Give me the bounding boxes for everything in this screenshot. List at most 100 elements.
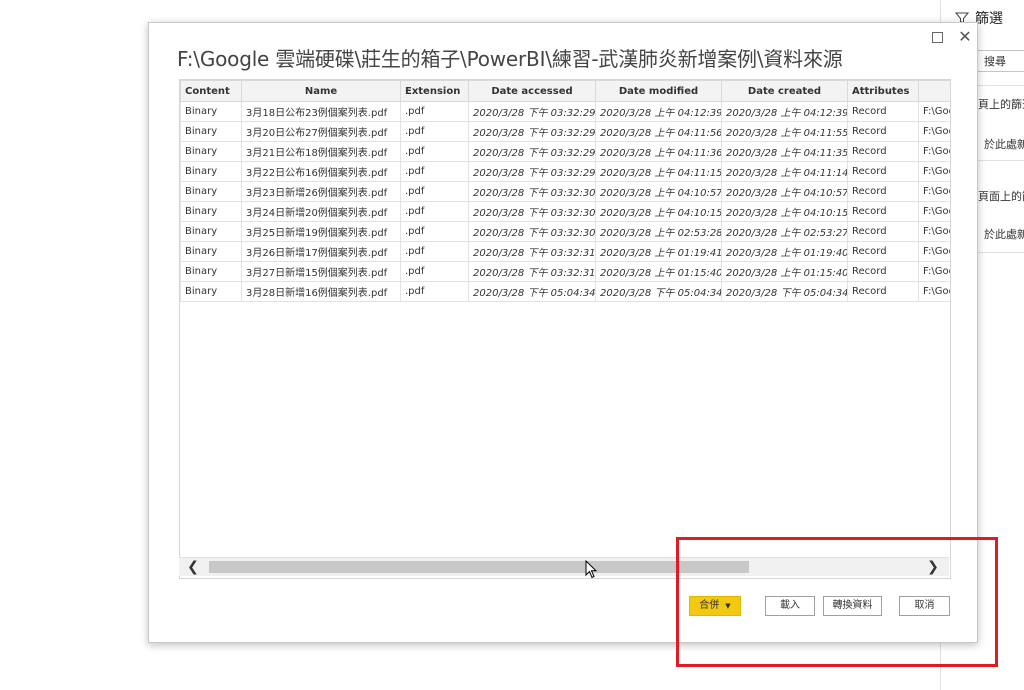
content-cell[interactable]: Binary <box>180 261 242 282</box>
table-row[interactable]: Binary 3月26日新增17例個案列表.pdf .pdf 2020/3/28 下午… <box>180 241 950 262</box>
extension-cell[interactable]: .pdf <box>400 101 469 122</box>
attributes-cell[interactable]: Record <box>847 281 919 302</box>
extension-cell[interactable]: .pdf <box>400 281 469 302</box>
date-accessed-cell[interactable]: 2020/3/28 下午 03:32:29 <box>468 141 596 162</box>
attributes-cell[interactable]: Record <box>847 261 919 282</box>
column-header-attributes[interactable]: Attributes <box>847 80 919 102</box>
filter-search-input[interactable]: 搜尋 <box>977 50 1024 72</box>
table-row[interactable]: Binary 3月25日新增19例個案列表.pdf .pdf 2020/3/28 下午… <box>180 221 950 242</box>
extension-cell[interactable]: .pdf <box>400 241 469 262</box>
date-created-cell[interactable]: 2020/3/28 上午 01:15:40 <box>721 261 848 282</box>
attributes-cell[interactable]: Record <box>847 101 919 122</box>
date-accessed-cell[interactable]: 2020/3/28 下午 03:32:31 <box>468 261 596 282</box>
attributes-cell[interactable]: Record <box>847 141 919 162</box>
table-row[interactable]: Binary 3月27日新增15例個案列表.pdf .pdf 2020/3/28 下午… <box>180 261 950 282</box>
date-modified-cell[interactable]: 2020/3/28 上午 04:11:36 <box>595 141 722 162</box>
attributes-cell[interactable]: Record <box>847 221 919 242</box>
date-created-cell[interactable]: 2020/3/28 上午 01:19:40 <box>721 241 848 262</box>
table-row[interactable]: Binary 3月21日公布18例個案列表.pdf .pdf 2020/3/28 下午… <box>180 141 950 162</box>
table-row[interactable]: Binary 3月20日公布27例個案列表.pdf .pdf 2020/3/28 下午… <box>180 121 950 142</box>
date-created-cell[interactable]: 2020/3/28 上午 04:10:57 <box>721 181 848 202</box>
content-cell[interactable]: Binary <box>180 201 242 222</box>
table-row[interactable]: Binary 3月28日新增16例個案列表.pdf .pdf 2020/3/28 下午… <box>180 281 950 302</box>
content-cell[interactable]: Binary <box>180 281 242 302</box>
date-created-cell[interactable]: 2020/3/28 上午 02:53:27 <box>721 221 848 242</box>
date-created-cell[interactable]: 2020/3/28 下午 05:04:34 <box>721 281 848 302</box>
name-cell[interactable]: 3月18日公布23例個案列表.pdf <box>241 101 401 122</box>
column-header-folder-path[interactable] <box>918 80 950 102</box>
extension-cell[interactable]: .pdf <box>400 261 469 282</box>
date-modified-cell[interactable]: 2020/3/28 上午 04:11:56 <box>595 121 722 142</box>
date-accessed-cell[interactable]: 2020/3/28 下午 05:04:34 <box>468 281 596 302</box>
folder-path-cell[interactable]: F:\Goo <box>918 161 950 182</box>
attributes-cell[interactable]: Record <box>847 241 919 262</box>
name-cell[interactable]: 3月22日公布16例個案列表.pdf <box>241 161 401 182</box>
date-created-cell[interactable]: 2020/3/28 上午 04:10:15 <box>721 201 848 222</box>
date-modified-cell[interactable]: 2020/3/28 上午 04:12:39 <box>595 101 722 122</box>
folder-path-cell[interactable]: F:\Goo <box>918 261 950 282</box>
name-cell[interactable]: 3月23日新增26例個案列表.pdf <box>241 181 401 202</box>
content-cell[interactable]: Binary <box>180 101 242 122</box>
filter-drop-hint[interactable]: 於此處新 <box>984 226 1024 242</box>
close-icon[interactable]: ✕ <box>957 29 973 45</box>
column-header-date-accessed[interactable]: Date accessed <box>468 80 596 102</box>
folder-path-cell[interactable]: F:\Goo <box>918 141 950 162</box>
name-cell[interactable]: 3月28日新增16例個案列表.pdf <box>241 281 401 302</box>
date-accessed-cell[interactable]: 2020/3/28 下午 03:32:31 <box>468 241 596 262</box>
attributes-cell[interactable]: Record <box>847 181 919 202</box>
content-cell[interactable]: Binary <box>180 221 242 242</box>
folder-path-cell[interactable]: F:\Goo <box>918 221 950 242</box>
scroll-left-icon[interactable]: ❮ <box>183 558 203 576</box>
name-cell[interactable]: 3月27日新增15例個案列表.pdf <box>241 261 401 282</box>
folder-path-cell[interactable]: F:\Goo <box>918 121 950 142</box>
content-cell[interactable]: Binary <box>180 121 242 142</box>
table-row[interactable]: Binary 3月22日公布16例個案列表.pdf .pdf 2020/3/28 下午… <box>180 161 950 182</box>
column-header-content[interactable]: Content <box>180 80 242 102</box>
folder-path-cell[interactable]: F:\Goo <box>918 181 950 202</box>
attributes-cell[interactable]: Record <box>847 121 919 142</box>
table-row[interactable]: Binary 3月18日公布23例個案列表.pdf .pdf 2020/3/28 下午… <box>180 101 950 122</box>
date-created-cell[interactable]: 2020/3/28 上午 04:11:55 <box>721 121 848 142</box>
extension-cell[interactable]: .pdf <box>400 121 469 142</box>
date-modified-cell[interactable]: 2020/3/28 上午 01:19:41 <box>595 241 722 262</box>
date-accessed-cell[interactable]: 2020/3/28 下午 03:32:30 <box>468 201 596 222</box>
date-accessed-cell[interactable]: 2020/3/28 下午 03:32:30 <box>468 181 596 202</box>
date-accessed-cell[interactable]: 2020/3/28 下午 03:32:29 <box>468 161 596 182</box>
name-cell[interactable]: 3月21日公布18例個案列表.pdf <box>241 141 401 162</box>
content-cell[interactable]: Binary <box>180 161 242 182</box>
folder-path-cell[interactable]: F:\Goo <box>918 281 950 302</box>
date-modified-cell[interactable]: 2020/3/28 上午 04:10:15 <box>595 201 722 222</box>
content-cell[interactable]: Binary <box>180 141 242 162</box>
column-header-name[interactable]: Name <box>241 80 401 102</box>
column-header-date-modified[interactable]: Date modified <box>595 80 722 102</box>
content-cell[interactable]: Binary <box>180 241 242 262</box>
date-accessed-cell[interactable]: 2020/3/28 下午 03:32:29 <box>468 121 596 142</box>
date-accessed-cell[interactable]: 2020/3/28 下午 03:32:30 <box>468 221 596 242</box>
folder-path-cell[interactable]: F:\Goo <box>918 201 950 222</box>
maximize-icon[interactable] <box>929 29 945 45</box>
extension-cell[interactable]: .pdf <box>400 201 469 222</box>
date-created-cell[interactable]: 2020/3/28 上午 04:11:35 <box>721 141 848 162</box>
name-cell[interactable]: 3月25日新增19例個案列表.pdf <box>241 221 401 242</box>
attributes-cell[interactable]: Record <box>847 161 919 182</box>
date-modified-cell[interactable]: 2020/3/28 上午 01:15:40 <box>595 261 722 282</box>
filter-drop-hint[interactable]: 於此處新 <box>984 136 1024 152</box>
date-created-cell[interactable]: 2020/3/28 上午 04:11:14 <box>721 161 848 182</box>
column-header-extension[interactable]: Extension <box>400 80 469 102</box>
name-cell[interactable]: 3月24日新增20例個案列表.pdf <box>241 201 401 222</box>
date-modified-cell[interactable]: 2020/3/28 上午 04:10:57 <box>595 181 722 202</box>
content-cell[interactable]: Binary <box>180 181 242 202</box>
table-row[interactable]: Binary 3月24日新增20例個案列表.pdf .pdf 2020/3/28 下午… <box>180 201 950 222</box>
date-modified-cell[interactable]: 2020/3/28 下午 05:04:34 <box>595 281 722 302</box>
date-created-cell[interactable]: 2020/3/28 上午 04:12:39 <box>721 101 848 122</box>
date-modified-cell[interactable]: 2020/3/28 上午 04:11:15 <box>595 161 722 182</box>
attributes-cell[interactable]: Record <box>847 201 919 222</box>
name-cell[interactable]: 3月20日公布27例個案列表.pdf <box>241 121 401 142</box>
extension-cell[interactable]: .pdf <box>400 141 469 162</box>
name-cell[interactable]: 3月26日新增17例個案列表.pdf <box>241 241 401 262</box>
table-row[interactable]: Binary 3月23日新增26例個案列表.pdf .pdf 2020/3/28 下午… <box>180 181 950 202</box>
folder-path-cell[interactable]: F:\Goo <box>918 101 950 122</box>
column-header-date-created[interactable]: Date created <box>721 80 848 102</box>
date-modified-cell[interactable]: 2020/3/28 上午 02:53:28 <box>595 221 722 242</box>
date-accessed-cell[interactable]: 2020/3/28 下午 03:32:29 <box>468 101 596 122</box>
